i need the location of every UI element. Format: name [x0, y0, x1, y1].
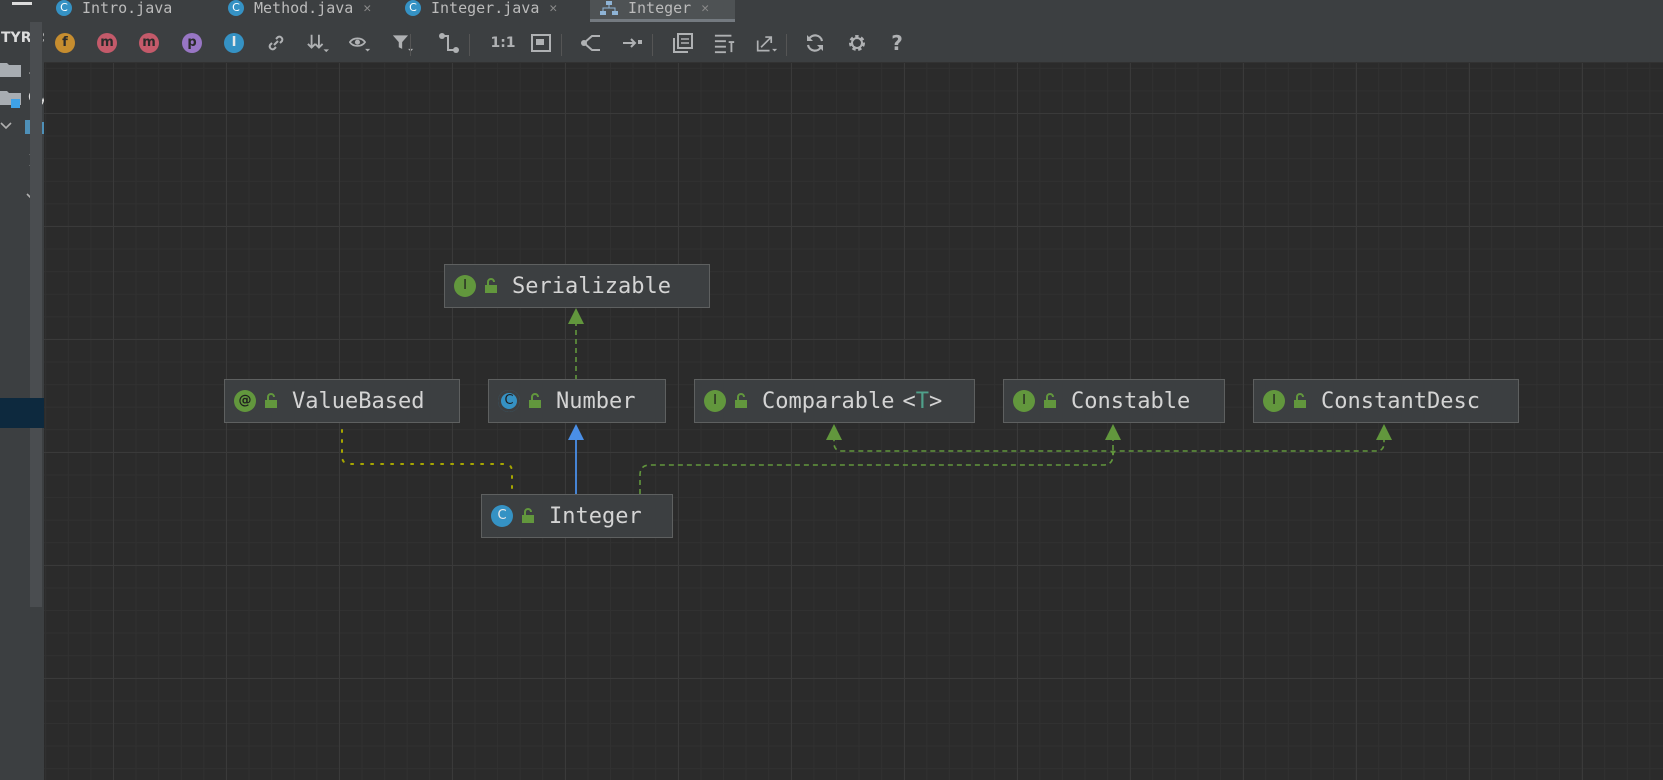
annotation-icon: @ [234, 390, 256, 412]
unlocked-icon [522, 508, 534, 523]
interface-icon: I [704, 390, 726, 412]
final-class-icon: C [491, 505, 513, 527]
implements-edge [1112, 438, 1385, 456]
unlocked-icon [1044, 393, 1056, 408]
arrowhead [1376, 424, 1392, 440]
arrowhead [568, 308, 584, 324]
type-param-close: > [928, 388, 943, 414]
node-label: Integer [549, 503, 642, 529]
unlocked-icon [485, 278, 497, 293]
unlocked-icon [735, 393, 747, 408]
node-serializable[interactable]: I Serializable [444, 264, 710, 308]
interface-icon: I [454, 275, 476, 297]
annotation-edge [341, 429, 513, 489]
node-label: ConstantDesc [1321, 388, 1480, 414]
node-valuebased[interactable]: @ ValueBased [224, 379, 460, 423]
unlocked-icon [1294, 393, 1306, 408]
node-label: Number [556, 388, 636, 414]
abstract-class-icon: C [498, 390, 520, 412]
node-label: Constable [1071, 388, 1191, 414]
node-constantdesc[interactable]: I ConstantDesc [1253, 379, 1519, 423]
node-constable[interactable]: I Constable [1003, 379, 1225, 423]
unlocked-icon [529, 393, 541, 408]
type-param-open: < [902, 388, 916, 414]
interface-icon: I [1263, 390, 1285, 412]
unlocked-icon [265, 393, 277, 408]
node-label: ValueBased [292, 388, 425, 414]
node-label: Comparable [762, 388, 895, 414]
type-parameter: T [915, 388, 929, 414]
node-number[interactable]: C Number [488, 379, 666, 423]
arrowhead [568, 424, 584, 440]
arrowhead [1105, 424, 1121, 440]
implements-edge [639, 450, 1114, 494]
node-label: Serializable [512, 273, 671, 299]
implements-edge [833, 438, 1114, 456]
node-comparable[interactable]: I Comparable < T > [694, 379, 975, 423]
node-integer[interactable]: C Integer [481, 494, 673, 538]
arrowhead [826, 424, 842, 440]
interface-icon: I [1013, 390, 1035, 412]
